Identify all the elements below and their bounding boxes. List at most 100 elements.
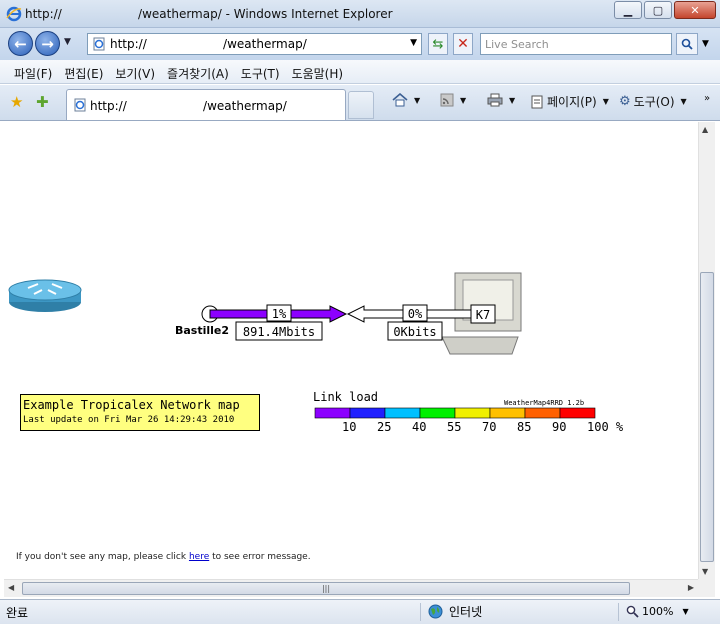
map-title: Example Tropicalex Network map	[23, 398, 240, 412]
menu-bar: 파일(F) 편집(E) 보기(V) 즐겨찾기(A) 도구(T) 도움말(H)	[0, 60, 720, 84]
horizontal-scrollbar[interactable]: ◀ ||| ▶	[4, 579, 698, 597]
scale-tick-label: 90	[552, 420, 566, 434]
menu-file[interactable]: 파일(F)	[8, 60, 58, 83]
ie-logo-icon	[6, 6, 22, 22]
vertical-scrollbar[interactable]: ▲ ▼	[698, 122, 715, 579]
menu-edit[interactable]: 편집(E)	[58, 60, 109, 83]
close-button[interactable]: ✕	[674, 1, 716, 19]
scale-credit: WeatherMap4RRD 1.2b	[504, 399, 584, 407]
minimize-button[interactable]: ▁	[614, 1, 642, 19]
menu-favorites[interactable]: 즐겨찾기(A)	[161, 60, 235, 83]
scale-tick-label: 25	[377, 420, 391, 434]
horizontal-scroll-thumb[interactable]: |||	[22, 582, 630, 595]
scroll-right-icon[interactable]: ▶	[688, 583, 694, 592]
globe-icon	[428, 604, 443, 619]
navigation-bar: ← → ▼ http:// /weathermap/ ▼ ⇆ ✕ Live Se…	[0, 28, 720, 60]
scale-ticks: 10 25 40 55 70 85 90 100 %	[342, 420, 624, 434]
map-title-box: Example Tropicalex Network map Last upda…	[20, 394, 260, 431]
back-arrow-icon[interactable]: ←	[8, 31, 33, 56]
tab-label: http:// /weathermap/	[90, 99, 287, 113]
scale-swatch	[489, 407, 526, 419]
link-out-percent: 1%	[272, 307, 287, 321]
gear-icon: ⚙	[619, 94, 631, 109]
router-icon[interactable]	[8, 279, 82, 312]
scale-swatch	[524, 407, 561, 419]
menu-help[interactable]: 도움말(H)	[286, 60, 350, 83]
menu-view[interactable]: 보기(V)	[109, 60, 161, 83]
search-options-dropdown[interactable]: ▼	[702, 39, 709, 49]
scale-swatch	[384, 407, 421, 419]
address-field[interactable]: http:// /weathermap/ ▼	[87, 33, 422, 55]
scroll-up-icon[interactable]: ▲	[702, 125, 708, 134]
scale-swatch	[454, 407, 491, 419]
scale-tick-label: 85	[517, 420, 531, 434]
menu-tools[interactable]: 도구(T)	[235, 60, 286, 83]
refresh-icon[interactable]: ⇆	[428, 33, 448, 55]
zoom-control[interactable]: 100% ▼	[626, 605, 689, 618]
title-bar: http:// /weathermap/ - Windows Internet …	[0, 0, 720, 28]
address-dropdown-icon[interactable]: ▼	[410, 38, 417, 48]
error-help-link[interactable]: here	[189, 552, 209, 562]
page-menu-button[interactable]: 페이지(P) ▼	[530, 93, 609, 110]
page-favicon-icon	[93, 37, 105, 51]
scale-swatch	[559, 407, 596, 419]
map-last-update: Last update on Fri Mar 26 14:29:43 2010	[23, 415, 235, 425]
scale-swatch	[314, 407, 351, 419]
page-favicon-icon	[74, 98, 86, 112]
scroll-down-icon[interactable]: ▼	[702, 567, 708, 576]
link-in-rate-box: 0Kbits	[387, 321, 443, 341]
new-tab-button[interactable]	[348, 91, 374, 119]
forward-arrow-icon[interactable]: →	[35, 31, 60, 56]
feeds-button[interactable]: ▼	[440, 93, 466, 107]
address-url: http:// /weathermap/	[110, 37, 307, 51]
scale-tick-label: 70	[482, 420, 496, 434]
link-in-percent: 0%	[408, 307, 423, 321]
magnifier-icon	[626, 605, 639, 618]
recent-pages-dropdown[interactable]: ▼	[64, 37, 71, 47]
scrollbar-corner	[698, 579, 715, 597]
status-bar: 완료 인터넷 100% ▼	[0, 599, 720, 624]
zoom-dropdown-icon[interactable]: ▼	[682, 607, 688, 616]
scale-swatch	[419, 407, 456, 419]
hint-text-after: to see error message.	[209, 552, 311, 562]
window-title: http:// /weathermap/ - Windows Internet …	[25, 7, 393, 21]
page-icon	[531, 95, 543, 108]
scale-tick-label: 100 %	[587, 420, 624, 434]
link-out-rate-box: 891.4Mbits	[235, 321, 323, 341]
vertical-scroll-thumb[interactable]	[700, 272, 714, 562]
status-separator	[618, 603, 619, 621]
scroll-left-icon[interactable]: ◀	[8, 583, 14, 592]
scale-swatch	[349, 407, 386, 419]
status-separator	[420, 603, 421, 621]
page-menu-label: 페이지(P)	[547, 95, 597, 109]
scale-tick-label: 40	[412, 420, 426, 434]
link-in-rate: 0Kbits	[393, 325, 436, 339]
status-text: 완료	[6, 606, 29, 620]
search-input[interactable]: Live Search	[480, 33, 672, 55]
tab-weathermap[interactable]: http:// /weathermap/	[66, 89, 346, 120]
router-label: Bastille2	[175, 324, 229, 337]
page-content: Bastille2 1% 891.4Mbits 0% 0Kbits K7 Lin…	[4, 122, 698, 579]
hint-text-before: If you don't see any map, please click	[16, 552, 189, 562]
feeds-icon	[440, 93, 454, 107]
scale-tick-label: 10	[342, 420, 356, 434]
home-button[interactable]: ▼	[392, 93, 420, 107]
tab-bar: ★ ✚ http:// /weathermap/ ▼ ▼ ▼ 페이지(P) ▼ …	[0, 85, 720, 121]
print-icon	[487, 93, 503, 107]
tools-menu-label: 도구(O)	[633, 95, 675, 109]
zoom-level: 100%	[642, 605, 674, 618]
add-favorite-icon[interactable]: ✚	[36, 93, 49, 111]
favorites-star-icon[interactable]: ★	[10, 93, 23, 111]
print-button[interactable]: ▼	[487, 93, 515, 107]
weathermap: Bastille2 1% 891.4Mbits 0% 0Kbits K7 Lin…	[8, 272, 624, 434]
scale-title: Link load	[313, 390, 378, 404]
host-label-box: K7	[470, 304, 496, 324]
command-bar-overflow[interactable]: »	[704, 93, 710, 104]
security-zone[interactable]: 인터넷	[428, 603, 482, 620]
tools-menu-button[interactable]: ⚙ 도구(O) ▼	[619, 93, 687, 110]
search-icon[interactable]	[676, 33, 698, 55]
maximize-button[interactable]: ▢	[644, 1, 672, 19]
scale-tick-label: 55	[447, 420, 461, 434]
stop-icon[interactable]: ✕	[453, 33, 473, 55]
scale-swatches	[314, 407, 596, 419]
